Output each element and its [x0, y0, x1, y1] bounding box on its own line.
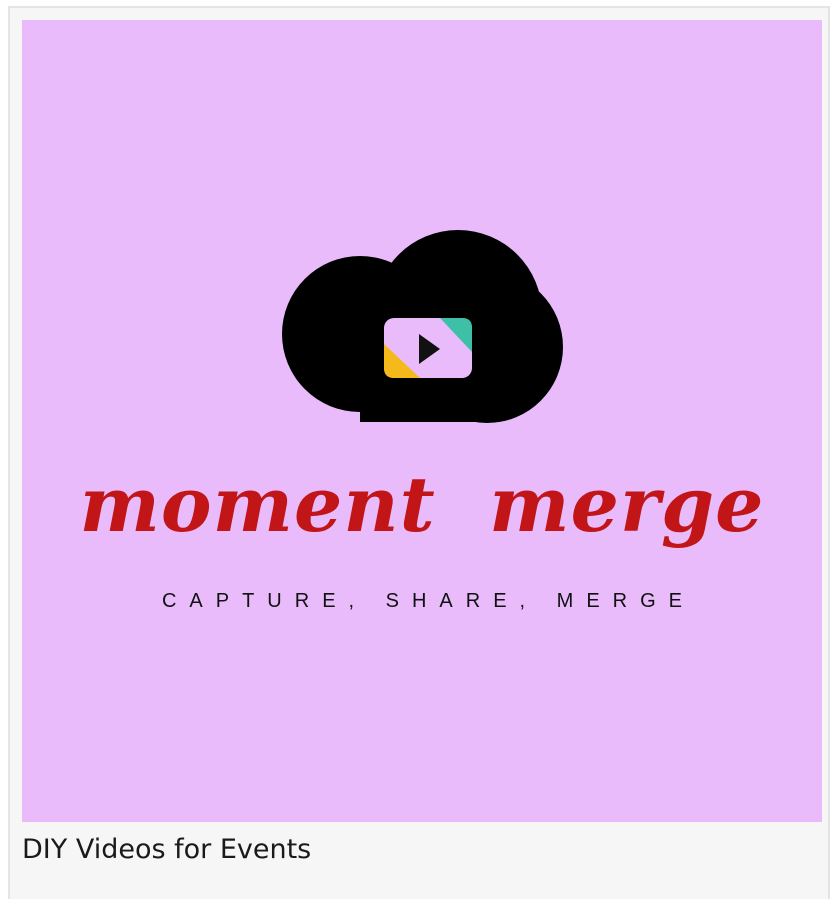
tagline: CAPTURE, SHARE, MERGE: [161, 590, 696, 612]
brand-name: moment merge: [79, 460, 765, 549]
poster-image[interactable]: moment merge CAPTURE, SHARE, MERGE: [22, 20, 822, 822]
cloud-play-icon: [282, 230, 563, 423]
card-caption[interactable]: DIY Videos for Events: [22, 832, 311, 868]
product-card[interactable]: moment merge CAPTURE, SHARE, MERGE DIY V…: [8, 6, 830, 899]
